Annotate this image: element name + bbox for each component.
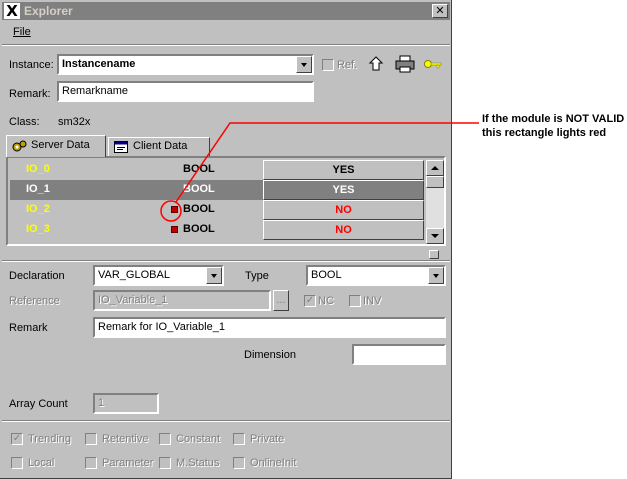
tab-server-data-label: Server Data bbox=[31, 139, 90, 151]
callout-line2: this rectangle lights red bbox=[482, 127, 607, 139]
gears-icon bbox=[12, 140, 27, 152]
callout-text: If the module is NOT VALID this rectangl… bbox=[482, 112, 624, 140]
tab-server-data[interactable]: Server Data bbox=[6, 135, 106, 157]
callout-line1: If the module is NOT VALID bbox=[482, 113, 625, 125]
callout-line bbox=[175, 122, 479, 203]
callout-overlay bbox=[160, 122, 479, 222]
callout-circle bbox=[160, 200, 182, 222]
